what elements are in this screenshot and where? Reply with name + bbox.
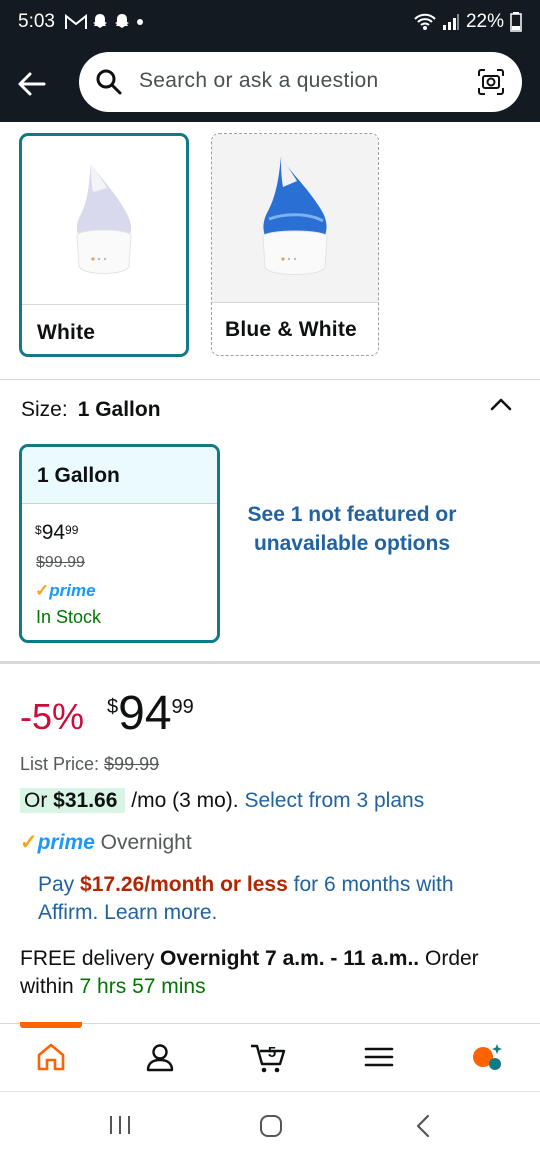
delivery-info: FREE delivery Overnight 7 a.m. - 11 a.m.… xyxy=(20,947,479,998)
size-option-card[interactable]: 1 Gallon $9499 $99.99 ✓prime In Stock xyxy=(19,444,220,643)
menu-icon[interactable] xyxy=(362,1040,396,1074)
list-price: List Price: $99.99 xyxy=(20,754,160,774)
size-card-prime-badge: ✓prime xyxy=(35,581,96,600)
battery-icon xyxy=(510,12,522,32)
discount-percent: -5% xyxy=(20,696,85,737)
learn-more-link[interactable]: Learn more. xyxy=(104,901,217,924)
search-icon xyxy=(96,69,122,95)
search-placeholder: Search or ask a question xyxy=(139,69,379,92)
size-card-stock: In Stock xyxy=(36,607,102,627)
section-divider xyxy=(0,661,540,664)
prime-delivery: ✓prime Overnight xyxy=(20,831,192,854)
prime-check-icon: ✓ xyxy=(35,581,50,600)
product-image-white xyxy=(22,136,186,304)
humidifier-white-image xyxy=(76,164,132,274)
product-image-blue xyxy=(212,134,378,302)
back-arrow-icon[interactable] xyxy=(14,66,50,102)
active-tab-indicator xyxy=(20,1022,82,1028)
cart-icon[interactable]: 5 xyxy=(249,1040,289,1074)
status-time: 5:03 xyxy=(18,11,55,32)
prime-check-icon: ✓ xyxy=(20,831,38,854)
affirm-offer[interactable]: Pay $17.26/month or less for 6 months wi… xyxy=(38,871,518,927)
home-icon[interactable] xyxy=(34,1040,68,1074)
snapchat-icon xyxy=(93,14,107,28)
main-price: $9499 xyxy=(107,687,194,740)
status-bar: 5:03 22% xyxy=(0,0,540,46)
humidifier-blue-image xyxy=(262,157,328,275)
select-plans-link[interactable]: Select from 3 plans xyxy=(244,789,424,812)
signal-icon xyxy=(442,14,459,30)
battery-percent: 22% xyxy=(465,11,504,32)
gmail-icon xyxy=(65,14,87,29)
color-swatch-blue-white[interactable]: Blue & White xyxy=(211,133,379,356)
account-icon[interactable] xyxy=(143,1040,177,1074)
rufus-assistant-icon[interactable] xyxy=(470,1040,504,1074)
installment-highlight: Or $31.66 xyxy=(20,788,126,813)
installment-plans: Or $31.66 /mo (3 mo). Select from 3 plan… xyxy=(20,788,424,813)
size-label: Size: xyxy=(21,398,68,421)
snapchat-icon xyxy=(115,14,129,28)
size-card-title: 1 Gallon xyxy=(37,464,120,487)
bottom-navigation: 5 xyxy=(0,1022,540,1092)
recent-apps-icon[interactable] xyxy=(108,1114,132,1136)
home-button-icon[interactable] xyxy=(259,1114,285,1138)
back-button-icon[interactable] xyxy=(413,1114,433,1138)
color-swatch-white[interactable]: White xyxy=(19,133,189,357)
swatch-divider xyxy=(22,304,186,305)
status-right: 22% xyxy=(414,11,522,33)
cart-count: 5 xyxy=(268,1044,276,1061)
size-card-header: 1 Gallon xyxy=(22,447,217,504)
size-card-list-price: $99.99 xyxy=(36,554,85,571)
wifi-icon xyxy=(414,13,436,30)
size-value: 1 Gallon xyxy=(77,398,161,421)
notification-icons xyxy=(65,12,145,32)
swatch-label-blue-white: Blue & White xyxy=(225,318,357,341)
dot-icon xyxy=(137,19,143,25)
size-selector-header[interactable]: Size: 1 Gallon xyxy=(21,398,161,422)
section-divider xyxy=(0,379,540,380)
size-card-price: $9499 xyxy=(35,521,79,544)
delivery-countdown: 7 hrs 57 mins xyxy=(79,975,206,998)
system-navigation xyxy=(0,1091,540,1159)
swatch-divider xyxy=(212,302,378,303)
chevron-up-icon[interactable] xyxy=(487,392,515,416)
see-unavailable-options-link[interactable]: See 1 not featured or unavailable option… xyxy=(238,501,466,558)
camera-icon[interactable] xyxy=(476,68,506,96)
search-input[interactable]: Search or ask a question xyxy=(79,52,522,112)
search-header: Search or ask a question xyxy=(0,46,540,122)
swatch-label-white: White xyxy=(37,321,96,344)
